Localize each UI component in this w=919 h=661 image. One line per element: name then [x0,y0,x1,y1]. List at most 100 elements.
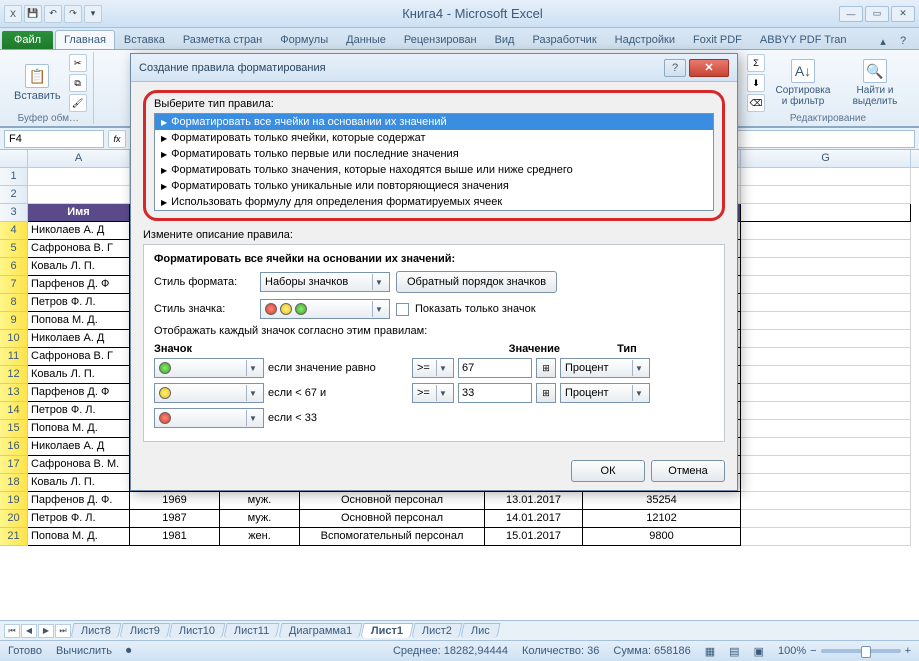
sheet-tab[interactable]: Лист8 [70,623,121,638]
excel-icon[interactable]: X [4,5,22,23]
copy-icon[interactable]: ⧉ [69,74,87,92]
row-header[interactable]: 3 [0,204,28,222]
sheet-tab[interactable]: Лист10 [168,623,225,638]
reverse-order-button[interactable]: Обратный порядок значков [396,271,557,293]
find-select-button[interactable]: 🔍 Найти и выделить [841,57,909,109]
name-box[interactable]: F4 [4,130,104,148]
help-icon[interactable]: ? [895,33,911,49]
row-header[interactable]: 20 [0,510,28,528]
row-header[interactable]: 6 [0,258,28,276]
rule-item[interactable]: ▶Форматировать все ячейки на основании и… [155,114,713,130]
maximize-button[interactable]: ▭ [865,6,889,22]
rule-type-list[interactable]: ▶Форматировать все ячейки на основании и… [154,113,714,211]
tab-view[interactable]: Вид [486,30,524,49]
sort-filter-button[interactable]: A↓ Сортировка и фильтр [769,57,837,109]
row-header[interactable]: 10 [0,330,28,348]
tab-abbyy[interactable]: ABBYY PDF Tran [751,30,856,49]
sheet-tab[interactable]: Лист1 [360,623,413,638]
tab-formulas[interactable]: Формулы [271,30,337,49]
undo-icon[interactable]: ↶ [44,5,62,23]
tab-insert[interactable]: Вставка [115,30,174,49]
range-ref-button[interactable]: ⊞ [536,383,556,403]
format-painter-icon[interactable]: 🖌 [69,94,87,112]
save-icon[interactable]: 💾 [24,5,42,23]
fill-icon[interactable]: ⬇ [747,74,765,92]
row-header[interactable]: 12 [0,366,28,384]
row-header[interactable]: 9 [0,312,28,330]
tab-foxit[interactable]: Foxit PDF [684,30,751,49]
redo-icon[interactable]: ↷ [64,5,82,23]
minimize-ribbon-icon[interactable]: ▴ [875,33,891,49]
sheet-tab[interactable]: Лист11 [224,623,281,638]
dialog-titlebar[interactable]: Создание правила форматирования ? ✕ [131,54,737,82]
rule-item[interactable]: ▶Форматировать только уникальные или пов… [155,178,713,194]
icon-combo[interactable]: ▼ [154,383,264,403]
row-header[interactable]: 11 [0,348,28,366]
paste-button[interactable]: 📋 Вставить [10,62,65,104]
tab-pagelayout[interactable]: Разметка стран [174,30,271,49]
autosum-icon[interactable]: Σ [747,54,765,72]
row-header[interactable]: 7 [0,276,28,294]
rule-item[interactable]: ▶Форматировать только первые или последн… [155,146,713,162]
macro-rec-icon[interactable]: ⏺ [126,645,132,658]
sheet-nav-first-icon[interactable]: ⏮ [4,624,20,638]
row-header[interactable]: 16 [0,438,28,456]
col-header[interactable]: G [741,150,911,167]
sheet-nav-prev-icon[interactable]: ◀ [21,624,37,638]
sheet-tab[interactable]: Лис [460,623,500,638]
tab-home[interactable]: Главная [55,30,115,49]
row-header[interactable]: 1 [0,168,28,186]
tab-review[interactable]: Рецензирован [395,30,486,49]
select-all-corner[interactable] [0,150,28,167]
view-normal-icon[interactable]: ▦ [705,645,715,658]
dialog-help-button[interactable]: ? [664,59,686,77]
view-layout-icon[interactable]: ▤ [729,645,739,658]
sheet-nav-last-icon[interactable]: ⏭ [55,624,71,638]
cancel-button[interactable]: Отмена [651,460,725,482]
row-header[interactable]: 5 [0,240,28,258]
icon-combo[interactable]: ▼ [154,358,264,378]
row-header[interactable]: 19 [0,492,28,510]
row-header[interactable]: 4 [0,222,28,240]
ok-button[interactable]: ОК [571,460,645,482]
tab-addins[interactable]: Надстройки [606,30,684,49]
sheet-tab[interactable]: Лист9 [119,623,170,638]
clear-icon[interactable]: ⌫ [747,94,765,112]
value-input[interactable] [458,383,532,403]
row-header[interactable]: 14 [0,402,28,420]
rule-item[interactable]: ▶Форматировать только ячейки, которые со… [155,130,713,146]
dialog-close-button[interactable]: ✕ [689,59,729,77]
cut-icon[interactable]: ✂ [69,54,87,72]
type-combo[interactable]: Процент▼ [560,383,650,403]
file-tab[interactable]: Файл [2,31,53,49]
icon-style-combo[interactable]: ▼ [260,299,390,319]
sheet-tab[interactable]: Диаграмма1 [278,623,363,638]
sheet-nav-next-icon[interactable]: ▶ [38,624,54,638]
operator-combo[interactable]: >=▼ [412,358,454,378]
row-header[interactable]: 2 [0,186,28,204]
tab-data[interactable]: Данные [337,30,395,49]
close-window-button[interactable]: ✕ [891,6,915,22]
show-icon-only-checkbox[interactable] [396,303,409,316]
rule-item[interactable]: ▶Использовать формулу для определения фо… [155,194,713,210]
tab-developer[interactable]: Разработчик [523,30,605,49]
minimize-button[interactable]: — [839,6,863,22]
operator-combo[interactable]: >=▼ [412,383,454,403]
row-header[interactable]: 17 [0,456,28,474]
icon-combo[interactable]: ▼ [154,408,264,428]
row-header[interactable]: 13 [0,384,28,402]
qat-more-icon[interactable]: ▾ [84,5,102,23]
row-header[interactable]: 21 [0,528,28,546]
view-pagebreak-icon[interactable]: ▣ [754,645,764,658]
value-input[interactable] [458,358,532,378]
row-header[interactable]: 8 [0,294,28,312]
format-style-combo[interactable]: Наборы значков▼ [260,272,390,292]
fx-icon[interactable]: fx [108,130,126,148]
type-combo[interactable]: Процент▼ [560,358,650,378]
rule-item[interactable]: ▶Форматировать только значения, которые … [155,162,713,178]
sheet-tab[interactable]: Лист2 [411,623,462,638]
col-header[interactable]: A [28,150,130,167]
row-header[interactable]: 18 [0,474,28,492]
row-header[interactable]: 15 [0,420,28,438]
range-ref-button[interactable]: ⊞ [536,358,556,378]
